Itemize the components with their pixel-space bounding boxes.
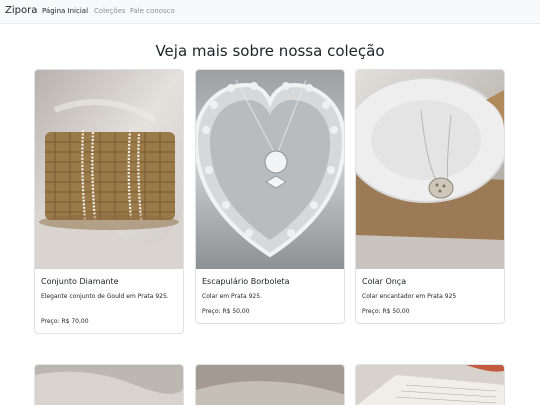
product-image [196,365,344,405]
product-image [196,70,344,269]
product-image [35,365,183,405]
product-price: Preço: R$ 70,00 [41,318,89,325]
product-card-partial[interactable] [195,364,345,405]
product-price: Preço: R$ 50,00 [202,308,250,315]
brand-logo[interactable]: Zipora [5,5,37,16]
product-title: Conjunto Diamante [41,277,119,286]
product-title: Escapulário Borboleta [202,277,290,286]
top-navbar: Zipora Página Inicial Coleções Fale cono… [0,0,540,24]
product-card[interactable]: Conjunto Diamante Elegante conjunto de G… [34,69,184,334]
product-card-partial[interactable] [355,364,505,405]
product-card[interactable]: Colar Onça Colar encantador em Prata 925… [355,69,505,324]
product-title: Colar Onça [362,277,407,286]
product-price: Preço: R$ 50,00 [362,308,410,315]
product-image [35,70,183,269]
product-description: Elegante conjunto de Gould em Prata 925. [41,293,169,300]
product-image [356,365,504,405]
nav-link-contact[interactable]: Fale conosco [130,7,175,15]
page-heading: Veja mais sobre nossa coleção [155,42,385,60]
product-description: Colar em Prata 925. [202,293,262,300]
product-card[interactable]: Escapulário Borboleta Colar em Prata 925… [195,69,345,324]
nav-link-home[interactable]: Página Inicial [42,7,88,15]
product-description: Colar encantador em Prata 925 [362,293,457,300]
product-image [356,70,504,269]
nav-link-collections[interactable]: Coleções [94,7,126,15]
product-card-partial[interactable] [34,364,184,405]
